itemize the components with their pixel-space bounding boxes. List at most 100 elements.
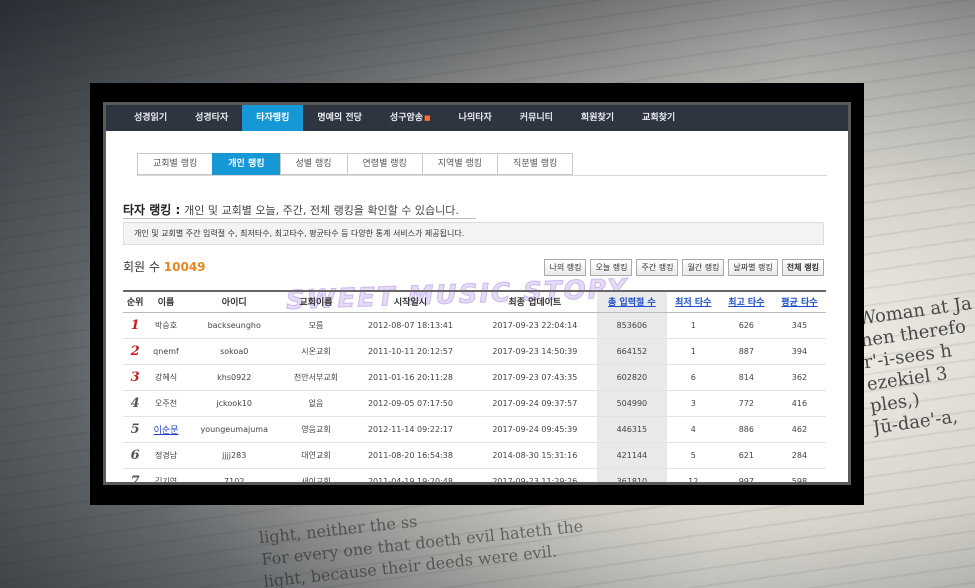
cell-value: 대연교회 [301,450,331,460]
table-cell: 2012-08-07 18:13:41 [348,312,473,339]
cell-value: 2017-09-24 09:45:39 [492,424,578,434]
book-text-right: Woman at Ja hen therefo r'-i-sees h ezekiel… [856,292,975,439]
cell-value: 814 [738,372,754,382]
nav-item[interactable]: 회원찾기 [567,105,628,131]
table-cell: 504990 [596,390,667,417]
table-cell: 6 [666,364,720,391]
nav-item-label: 커뮤니티 [519,113,553,123]
table-row: 3 강혜식 khs0922 천안서부교회 2011-01-16 20:11:28 2017… [123,364,826,391]
ranking-button[interactable]: 월간 랭킹 [682,259,725,276]
nav-item[interactable]: 나의타자 [445,105,506,131]
cell-value: 887 [738,346,754,356]
column-header[interactable]: 평균 타수 [772,290,826,313]
table-cell: 621 [719,442,773,469]
user-name-link[interactable]: 이순문 [154,426,179,436]
tab-ranking[interactable]: 지역별 랭킹 [421,153,498,175]
table-cell: 3 [666,390,720,417]
table-cell: 없음 [283,390,349,417]
table-cell: 361810 [596,468,667,482]
table-cell: 421144 [596,442,667,469]
cell-value: khs0922 [217,372,252,382]
cell-value: backseungho [207,320,261,330]
heading-divider [123,218,476,219]
nav-item-label: 성경읽기 [134,113,168,123]
cell-value: 345 [791,320,808,330]
table-cell: 2017-09-23 07:43:35 [472,364,597,391]
column-header: 최종 업데이트 [472,290,597,313]
ranking-button[interactable]: 나의 랭킹 [544,259,587,276]
cell-value: 강혜식 [154,372,178,382]
table-cell: 598 [772,468,826,482]
table-cell: qnemf [147,338,185,365]
nav-item[interactable]: 성구암송■ [376,105,445,131]
table-cell: 2017-09-23 11:29:26 [472,468,597,482]
table-cell: 626 [719,312,773,339]
nav-item-label: 성구암송 [389,113,424,123]
table-cell: 2011-08-20 16:54:38 [348,442,473,469]
nav-item-label: 회원찾기 [580,113,615,123]
table-cell: 284 [772,442,826,469]
cell-value: 886 [738,424,754,434]
table-cell: youngeumajuma [184,416,284,443]
table-cell: 이순문 [147,416,185,443]
column-header: 이름 [147,290,185,313]
table-cell: 박승호 [147,312,185,339]
ranking-subtabs: 교회별 랭킹 개인 랭킹 성별 랭킹 연령별 랭킹 지역별 랭킹 직분별 랭킹 [137,153,574,175]
cell-value: 2017-09-23 22:04:14 [492,320,578,330]
nav-item[interactable]: 커뮤니티 [506,105,567,131]
cell-value: 시온교회 [301,346,331,356]
cell-value: 446315 [616,424,648,434]
nav-item-label: 성경타자 [195,113,229,123]
ranking-period-buttons: 나의 랭킹 오늘 랭킹 주간 랭킹 월간 랭킹 날짜별 랭킹 전체 랭킹 [544,259,824,276]
table-cell: 1 [666,312,720,339]
page-heading: 타자 랭킹 : 개인 및 교회별 오늘, 주간, 전체 랭킹을 확인할 수 있습… [123,201,459,218]
cell-value: 2012-09-05 07:17:50 [367,398,453,408]
cell-value: 12 [688,476,699,485]
table-cell: 1 [123,312,148,339]
table-cell: 2011-04-19 19:20:48 [348,468,473,485]
table-cell: 강혜식 [147,364,185,391]
notice-box: 개인 및 교회별 주간 입력절 수, 최저타수, 최고타수, 평균타수 등 다양… [123,222,824,245]
table-row: 1 박승호 backseungho 모름 2012-08-07 18:13:41 2017… [123,312,826,339]
table-cell: 446315 [596,416,667,443]
cell-value: 2011-08-20 16:54:38 [367,450,453,460]
tab-ranking[interactable]: 교회별 랭킹 [137,153,213,175]
table-cell: 오주천 [147,390,185,417]
column-header[interactable]: 최저 타수 [666,290,720,313]
nav-item[interactable]: 명예의 전당 [303,105,376,131]
nav-item[interactable]: 성경읽기 [120,105,181,131]
tab-ranking[interactable]: 직분별 랭킹 [497,153,574,175]
tab-ranking[interactable]: 성별 랭킹 [279,153,347,175]
cell-value: 664152 [616,346,648,356]
nav-item[interactable]: 성경타자 [181,105,242,131]
ranking-button[interactable]: 전체 랭킹 [781,259,824,276]
column-header[interactable]: 총 입력절 수 [596,290,667,313]
ranking-button[interactable]: 주간 랭킹 [636,259,679,276]
table-cell: khs0922 [184,364,284,391]
cell-value: 2017-09-23 07:43:35 [492,372,578,382]
rank-number-icon: 4 [130,395,140,411]
table-cell: 345 [772,312,826,339]
column-header[interactable]: 최고 타수 [719,290,773,313]
table-cell: 602820 [596,364,667,391]
nav-item[interactable]: 타자랭킹 [242,105,304,131]
cell-value: 2011-04-19 19:20:48 [367,476,453,485]
table-cell: 5 [666,442,720,469]
column-header: 순위 [123,290,148,313]
cell-value: 2017-09-24 09:37:57 [492,398,578,408]
cell-value: 박승호 [154,320,178,330]
cell-value: 626 [738,320,754,330]
cell-value: 421144 [616,450,648,460]
rank-number-icon: 5 [130,421,140,437]
cell-value: qnemf [153,346,179,356]
nav-item[interactable]: 교회찾기 [628,105,689,131]
rank-number-icon: 7 [130,473,140,485]
table-cell: jjjj283 [184,442,284,469]
cell-value: 772 [738,398,754,408]
ranking-button[interactable]: 날짜별 랭킹 [728,259,778,276]
tab-ranking[interactable]: 개인 랭킹 [212,153,280,175]
tab-ranking[interactable]: 연령별 랭킹 [346,153,422,175]
page-subtitle: 개인 및 교회별 오늘, 주간, 전체 랭킹을 확인할 수 있습니다. [184,204,459,217]
cell-value: 2011-10-11 20:12:57 [367,346,453,356]
table-cell: 664152 [596,338,667,365]
